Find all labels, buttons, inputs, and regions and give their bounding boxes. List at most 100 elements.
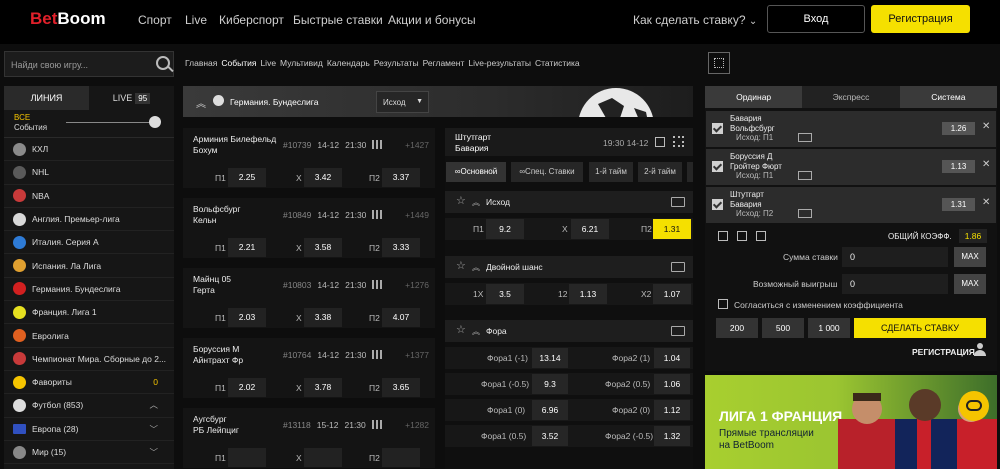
quick-stake-200[interactable]: 200 xyxy=(716,318,758,338)
sidebar-item[interactable]: NBA xyxy=(4,185,174,208)
odd-handicap2[interactable]: 1.04 xyxy=(654,348,690,368)
sidebar-item[interactable]: Италия. Серия А xyxy=(4,231,174,255)
nav-live[interactable]: Live xyxy=(185,13,207,27)
odd-p2[interactable]: 3.33 xyxy=(382,238,420,257)
odd-p1[interactable] xyxy=(228,448,266,467)
delete-all-icon[interactable] xyxy=(756,231,766,241)
register-button[interactable]: Регистрация xyxy=(871,5,970,33)
odd-x[interactable]: 6.21 xyxy=(571,219,609,239)
tab-more[interactable] xyxy=(687,162,693,182)
betslip-register-link[interactable]: РЕГИСТРАЦИЯ xyxy=(912,347,975,357)
breadcrumb-item[interactable]: Live-результаты xyxy=(468,58,531,68)
star-icon[interactable]: ☆ xyxy=(456,323,466,336)
double-chance-section-header[interactable]: ☆ ︽ Двойной шанс xyxy=(445,256,693,278)
stats-icon[interactable] xyxy=(372,350,383,359)
stats-icon[interactable] xyxy=(655,137,665,147)
more-markets-count[interactable]: +1276 xyxy=(405,280,429,290)
odd-handicap2[interactable]: 1.32 xyxy=(654,426,690,446)
odd-p2[interactable]: 3.37 xyxy=(382,168,420,187)
odd-p2[interactable]: 3.65 xyxy=(382,378,420,397)
chat-icon[interactable] xyxy=(959,391,989,421)
quick-stake-500[interactable]: 500 xyxy=(762,318,804,338)
bet-checkbox[interactable] xyxy=(712,199,723,210)
odd-p1[interactable]: 2.25 xyxy=(228,168,266,187)
bet-checkbox[interactable] xyxy=(712,161,723,172)
betboom-logo[interactable]: BetBoom xyxy=(30,9,106,29)
breadcrumb-item[interactable]: Live xyxy=(260,58,276,68)
nav-esports[interactable]: Киберспорт xyxy=(219,13,284,27)
odd-12[interactable]: 1.13 xyxy=(569,284,607,304)
breadcrumb-item[interactable]: Главная xyxy=(185,58,217,68)
nav-promotions[interactable]: Акции и бонусы xyxy=(388,13,476,27)
max-win-button[interactable]: MAX xyxy=(954,274,986,294)
tab-first-half[interactable]: 1-й тайм xyxy=(589,162,633,182)
sidebar-item[interactable]: КХЛ xyxy=(4,138,174,162)
breadcrumb-item[interactable]: Мультивид xyxy=(280,58,323,68)
more-markets-count[interactable]: +1449 xyxy=(405,210,429,220)
sidebar-item[interactable]: Европа (28) ﹀ xyxy=(4,418,174,441)
more-markets-count[interactable]: +1282 xyxy=(405,420,429,430)
copy-icon[interactable] xyxy=(737,231,747,241)
tab-live[interactable]: LIVE 95 xyxy=(89,86,174,110)
all-events-filter[interactable]: ВСЕ События xyxy=(4,110,174,138)
sidebar-item[interactable]: Англия. Премьер-лига xyxy=(4,208,174,232)
match-teams[interactable]: Арминия Билефельд Бохум xyxy=(193,134,276,156)
odd-x[interactable]: 3.78 xyxy=(304,378,342,397)
remove-bet-icon[interactable]: ✕ xyxy=(982,159,990,170)
promo-banner[interactable]: ЛИГА 1 ФРАНЦИЯ Прямые трансляции на BetBo… xyxy=(705,375,997,469)
odd-handicap1[interactable]: 6.96 xyxy=(532,400,568,420)
match-card[interactable]: Вольфсбург Кельн #10849 14-12 21:30 +1449 П1 2.… xyxy=(183,198,435,258)
odd-p2[interactable] xyxy=(382,448,420,467)
breadcrumb-item[interactable]: Результаты xyxy=(374,58,419,68)
nav-sport[interactable]: Спорт xyxy=(138,13,172,27)
stats-icon[interactable] xyxy=(372,140,383,149)
remove-bet-icon[interactable]: ✕ xyxy=(982,197,990,208)
market-dropdown[interactable]: Исход ▼ xyxy=(376,91,429,113)
odd-x[interactable]: 3.38 xyxy=(304,308,342,327)
calculator-icon[interactable] xyxy=(708,52,730,74)
search-icon[interactable] xyxy=(156,56,170,70)
odd-handicap2[interactable]: 1.12 xyxy=(654,400,690,420)
odd-p1[interactable]: 2.02 xyxy=(228,378,266,397)
odd-p2-selected[interactable]: 1.31 xyxy=(653,219,691,239)
star-icon[interactable]: ☆ xyxy=(456,194,466,207)
handicap-section-header[interactable]: ☆ ︽ Фора xyxy=(445,320,693,342)
bet-checkbox[interactable] xyxy=(712,123,723,134)
stats-icon[interactable] xyxy=(372,210,383,219)
sidebar-item[interactable]: Евролига xyxy=(4,324,174,348)
tab-line[interactable]: ЛИНИЯ xyxy=(4,86,89,110)
breadcrumb-item[interactable]: Регламент xyxy=(423,58,465,68)
breadcrumb-item[interactable]: События xyxy=(221,58,256,68)
slider-handle[interactable] xyxy=(149,116,161,128)
odd-handicap2[interactable]: 1.06 xyxy=(654,374,690,394)
collapse-icon[interactable]: ︽ xyxy=(196,95,206,110)
sidebar-item[interactable]: Чемпионат Мира. Сборные до 2... xyxy=(4,348,174,371)
more-markets-count[interactable]: +1377 xyxy=(405,350,429,360)
odd-x[interactable]: 3.42 xyxy=(304,168,342,187)
breadcrumb-item[interactable]: Календарь xyxy=(327,58,370,68)
tab-express[interactable]: Экспресс xyxy=(802,86,899,108)
odd-p1[interactable]: 9.2 xyxy=(486,219,524,239)
tab-second-half[interactable]: 2-й тайм xyxy=(638,162,682,182)
chevron-up-icon[interactable]: ︿ xyxy=(149,399,158,411)
odd-p1[interactable]: 2.03 xyxy=(228,308,266,327)
sidebar-item[interactable]: Испания. Ла Лига xyxy=(4,254,174,278)
agree-checkbox[interactable] xyxy=(718,299,728,309)
match-card[interactable]: Аугсбург РБ Лейпциг #13118 15-12 21:30 +1282 П… xyxy=(183,408,435,468)
odd-p2[interactable]: 4.07 xyxy=(382,308,420,327)
match-teams[interactable]: Аугсбург РБ Лейпциг xyxy=(193,414,239,436)
match-teams[interactable]: Боруссия М Айнтрахт Фр xyxy=(193,344,243,366)
time-filter-slider[interactable] xyxy=(66,122,156,123)
tab-special-bets[interactable]: ∞Спец. Ставки xyxy=(511,162,583,182)
match-card[interactable]: Арминия Билефельд Бохум #10739 14-12 21:30 +1… xyxy=(183,128,435,188)
more-markets-count[interactable]: +1427 xyxy=(405,140,429,150)
login-button[interactable]: Вход xyxy=(767,5,865,33)
odd-x[interactable] xyxy=(304,448,342,467)
odd-1x[interactable]: 3.5 xyxy=(486,284,524,304)
chevron-down-icon[interactable]: ﹀ xyxy=(149,446,158,458)
odd-p1[interactable]: 2.21 xyxy=(228,238,266,257)
nav-fast-bets[interactable]: Быстрые ставки xyxy=(293,13,383,27)
match-teams[interactable]: Майнц 05 Герта xyxy=(193,274,231,296)
star-icon[interactable]: ☆ xyxy=(456,259,466,272)
odd-x[interactable]: 3.58 xyxy=(304,238,342,257)
